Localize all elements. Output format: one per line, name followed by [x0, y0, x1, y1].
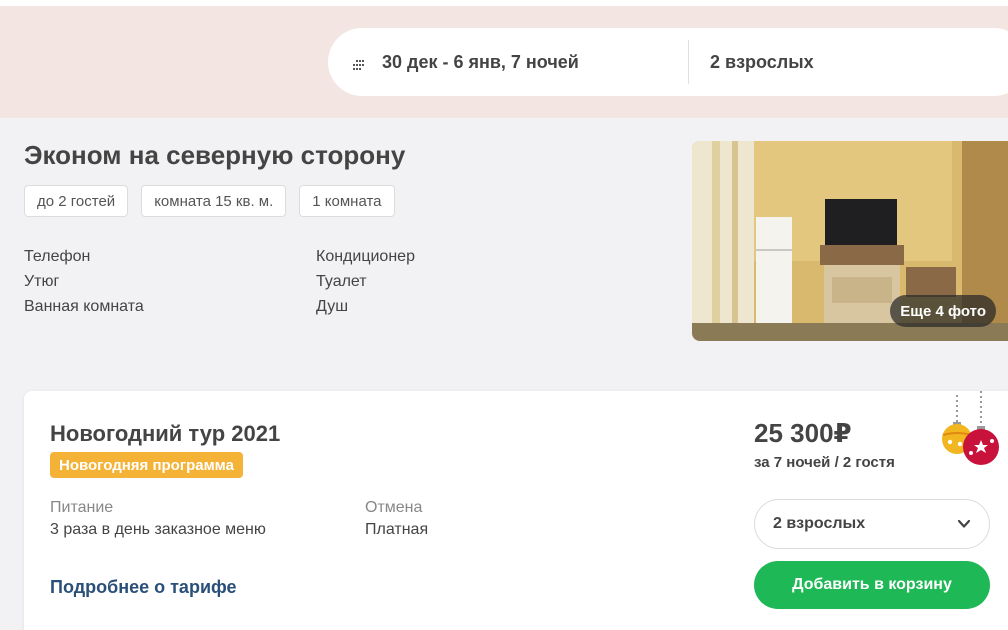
- add-to-cart-button[interactable]: Добавить в корзину: [754, 561, 990, 609]
- search-header: 30 дек - 6 янв, 7 ночей 2 взрослых: [0, 0, 1008, 118]
- more-photos-button[interactable]: Еще 4 фото: [890, 295, 996, 327]
- amenity-item: Туалет: [316, 273, 367, 290]
- room-title: Эконом на северную сторону: [24, 140, 406, 170]
- tariff-details-link[interactable]: Подробнее о тарифе: [50, 577, 237, 598]
- amenity-item: Душ: [316, 298, 349, 315]
- amenity-item: Телефон: [24, 248, 91, 265]
- tag-guests: до 2 гостей: [24, 185, 129, 217]
- guest-count-select[interactable]: 2 взрослых: [754, 499, 990, 549]
- tariff-name: Новогодний тур 2021: [50, 421, 281, 446]
- room-photo[interactable]: Еще 4 фото: [692, 141, 1008, 341]
- cancel-value: Платная: [365, 521, 429, 538]
- chevron-down-icon: [957, 517, 971, 531]
- amenity-item: Кондиционер: [316, 248, 415, 265]
- room-tags: до 2 гостей комната 15 кв. м. 1 комната: [24, 185, 408, 217]
- amenity-item: Ванная комната: [24, 298, 144, 315]
- price: 25 300₽: [754, 418, 852, 448]
- amenities-column-1: Телефон Утюг Ванная комната: [24, 244, 144, 319]
- calendar-icon: [352, 57, 366, 70]
- meal-label: Питание: [50, 499, 114, 516]
- price-note: за 7 ночей / 2 гостя: [754, 454, 895, 471]
- amenity-item: Утюг: [24, 273, 60, 290]
- dates-text: 30 дек - 6 янв, 7 ночей: [382, 51, 579, 72]
- guest-count-value: 2 взрослых: [773, 515, 866, 532]
- meal-value: 3 раза в день заказное меню: [50, 521, 266, 538]
- christmas-ornaments-icon: [938, 391, 1008, 471]
- cancel-label: Отмена: [365, 499, 423, 516]
- amenities-column-2: Кондиционер Туалет Душ: [316, 244, 415, 319]
- guests-selector[interactable]: 2 взрослых: [689, 28, 814, 96]
- promo-badge: Новогодняя программа: [50, 452, 243, 478]
- dates-selector[interactable]: 30 дек - 6 янв, 7 ночей: [328, 28, 688, 96]
- tag-area: комната 15 кв. м.: [141, 185, 287, 217]
- tag-rooms: 1 комната: [299, 185, 395, 217]
- tariff-card: Новогодний тур 2021 Новогодняя программа…: [24, 391, 1008, 630]
- search-bar: 30 дек - 6 янв, 7 ночей 2 взрослых: [328, 28, 1008, 96]
- top-divider: [0, 0, 1008, 6]
